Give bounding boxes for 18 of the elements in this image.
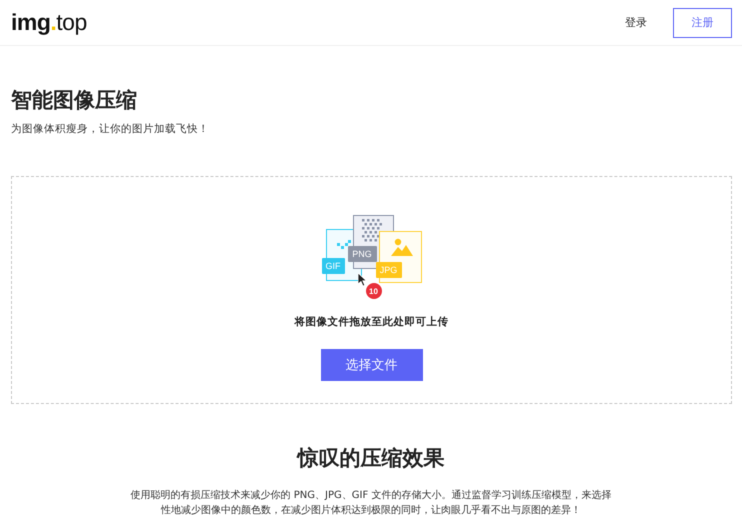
- login-link[interactable]: 登录: [625, 15, 647, 30]
- choose-file-button[interactable]: 选择文件: [320, 349, 422, 381]
- count-badge: 10: [366, 283, 382, 299]
- section-title: 惊叹的压缩效果: [298, 445, 444, 472]
- image-icon: [390, 238, 412, 256]
- register-button[interactable]: 注册: [673, 8, 732, 38]
- upload-hint: 将图像文件拖放至此处即可上传: [294, 315, 448, 329]
- page-title: 智能图像压缩: [11, 87, 138, 114]
- dots-icon: [336, 240, 350, 249]
- cursor-icon: [358, 273, 366, 287]
- section-description: 使用聪明的有损压缩技术来减少你的 PNG、JPG、GIF 文件的存储大小。通过监督学习训练压缩模型，来选择性地减少图像中的颜色数，在减少图片体积达到极限的同时，让肉眼几乎看不出与原图的差异！: [130, 488, 612, 518]
- logo[interactable]: img.top: [11, 9, 87, 36]
- file-type-tag: JPG: [376, 262, 402, 278]
- file-type-tag: GIF: [322, 258, 344, 274]
- upload-dropzone[interactable]: GIF PNG JPG 10 将图像文件拖放至此处即可上传 选择文件: [11, 176, 732, 404]
- file-type-tag: PNG: [348, 246, 376, 262]
- page-subtitle: 为图像体积瘦身，让你的图片加载飞快！: [11, 122, 210, 136]
- checkerboard-icon: [362, 219, 382, 243]
